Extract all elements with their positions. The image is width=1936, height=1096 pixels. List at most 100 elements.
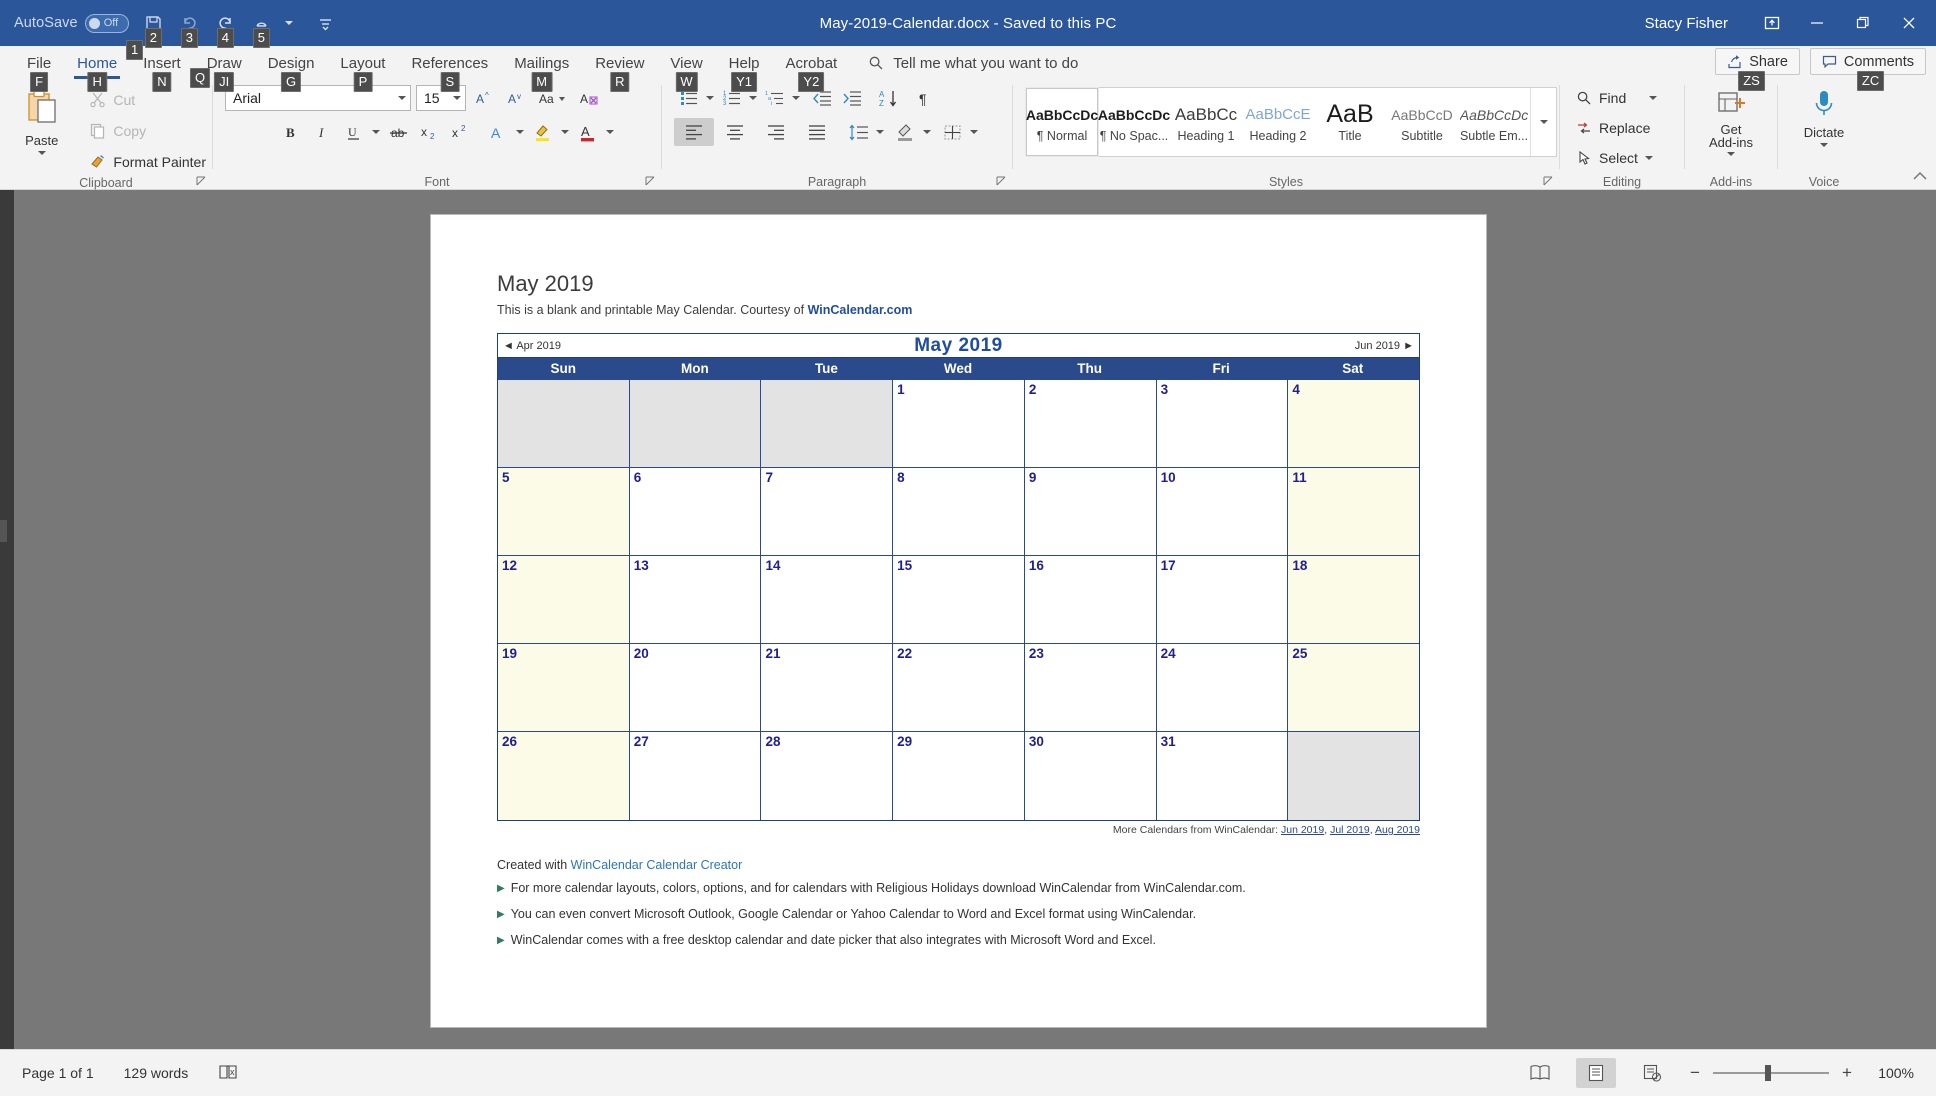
multilevel-list-button[interactable]: 1ai [760,84,789,112]
autosave-toggle[interactable]: AutoSave Off 1 [14,13,144,60]
bullets-dropdown[interactable] [704,96,716,100]
calendar-cell[interactable]: 1 [893,380,1025,468]
created-with-link[interactable]: WinCalendar Calendar Creator [571,858,743,872]
dictate-button[interactable]: Dictate [1795,84,1853,147]
get-addins-chevron-down-icon[interactable] [1727,152,1735,156]
calendar-cell[interactable]: 2 [1024,380,1157,468]
calendar-cell[interactable] [1288,732,1420,820]
proofing-status-icon[interactable]: x [218,1063,240,1084]
calendar-cell[interactable]: 8 [893,468,1025,556]
line-spacing-dropdown[interactable] [874,130,886,134]
align-left-button[interactable] [674,118,714,146]
calendar-cell[interactable]: 27 [629,732,762,820]
calendar-cell[interactable]: 14 [761,556,894,644]
tab-view[interactable]: View W [657,46,715,92]
more-calendars-link-aug[interactable]: Aug 2019 [1375,824,1420,836]
get-addins-button[interactable]: Get Add-ins [1702,84,1760,156]
zoom-in-button[interactable]: + [1840,1063,1854,1083]
ribbon-display-options-button[interactable] [1750,3,1794,43]
replace-button[interactable]: Replace [1570,114,1656,141]
calendar-cell[interactable] [629,380,762,468]
italic-button[interactable]: I [308,118,337,146]
borders-dropdown[interactable] [968,130,980,134]
calendar-cell[interactable] [498,380,630,468]
restore-button[interactable] [1840,0,1886,46]
find-chevron-down-icon[interactable] [1649,95,1658,100]
text-highlight-color-button[interactable] [528,118,557,146]
minimize-button[interactable] [1794,0,1840,46]
calendar-cell[interactable]: 29 [893,732,1025,820]
highlight-dropdown[interactable] [559,130,571,134]
calendar-cell[interactable]: 4 [1288,380,1420,468]
word-count[interactable]: 129 words [124,1065,189,1081]
tab-acrobat[interactable]: Acrobat Y2 [773,46,851,92]
align-right-button[interactable] [756,118,796,146]
tab-home[interactable]: Home H [64,46,130,92]
font-color-dropdown[interactable] [604,130,616,134]
show-formatting-marks-button[interactable]: ¶ [910,84,939,112]
calendar-cell[interactable]: 22 [893,644,1025,732]
style-subtitle[interactable]: AaBbCcD Subtitle [1386,88,1458,156]
zoom-out-button[interactable]: − [1688,1063,1702,1083]
print-layout-button[interactable] [1576,1058,1616,1088]
user-account-name[interactable]: Stacy Fisher [1645,15,1728,32]
shading-button[interactable] [891,118,920,146]
calendar-cell[interactable]: 25 [1288,644,1420,732]
paste-chevron-down-icon[interactable] [37,151,46,155]
save-button[interactable]: 2 [137,6,171,48]
font-dialog-launcher[interactable] [645,176,657,188]
zoom-slider[interactable] [1713,1065,1829,1081]
calendar-cell[interactable]: 26 [498,732,630,820]
strikethrough-button[interactable]: ab [384,118,413,146]
style-heading-2[interactable]: AaBbCcE Heading 2 [1242,88,1314,156]
tell-me-search[interactable]: Tell me what you want to do Q [190,46,1078,88]
calendar-cell[interactable]: 16 [1024,556,1157,644]
borders-button[interactable] [938,118,967,146]
calendar-cell[interactable]: 21 [761,644,894,732]
shrink-font-button[interactable]: Av [501,84,530,112]
customize-quick-access-toolbar[interactable] [309,6,343,40]
style-heading-1[interactable]: AaBbCc Heading 1 [1170,88,1242,156]
shading-dropdown[interactable] [921,130,933,134]
superscript-button[interactable]: x2 [446,118,475,146]
calendar-cell[interactable]: 23 [1024,644,1157,732]
styles-gallery[interactable]: AaBbCcDc ¶ Normal AaBbCcDc ¶ No Spac... … [1025,87,1557,157]
tab-help[interactable]: Help Y1 [716,46,773,92]
touch-mode-dropdown[interactable] [281,6,297,40]
zoom-level-label[interactable]: 100% [1870,1065,1914,1081]
document-page[interactable]: May 2019 This is a blank and printable M… [431,215,1486,1027]
font-name-combobox[interactable]: Arial [225,85,411,111]
style-no-spacing[interactable]: AaBbCcDc ¶ No Spac... [1098,88,1170,156]
calendar-cell[interactable]: 31 [1156,732,1289,820]
styles-gallery-more-button[interactable] [1530,88,1556,156]
text-effects-button[interactable]: A [483,118,512,146]
touch-mode-button[interactable]: 5 [245,6,279,48]
numbering-dropdown[interactable] [747,96,759,100]
read-mode-button[interactable] [1520,1058,1560,1088]
subscript-button[interactable]: x2 [415,118,444,146]
select-button[interactable]: Select [1570,144,1659,171]
increase-indent-button[interactable] [838,84,867,112]
paragraph-dialog-launcher[interactable] [996,176,1008,188]
calendar-cell[interactable]: 11 [1288,468,1420,556]
tab-mailings[interactable]: Mailings M [501,46,582,92]
share-button[interactable]: Share ZS [1715,48,1800,91]
calendar-cell[interactable]: 6 [629,468,762,556]
dictate-chevron-down-icon[interactable] [1820,143,1828,147]
tab-layout[interactable]: Layout P [327,46,398,92]
underline-dropdown[interactable] [370,130,382,134]
calendar-cell[interactable]: 17 [1156,556,1289,644]
calendar-cell[interactable]: 18 [1288,556,1420,644]
find-button[interactable]: Find [1570,84,1663,111]
text-effects-dropdown[interactable] [514,130,526,134]
prev-month-link[interactable]: ◄ Apr 2019 [503,340,561,352]
wincalendar-link[interactable]: WinCalendar.com [808,303,913,317]
web-layout-button[interactable] [1632,1058,1672,1088]
justify-button[interactable] [797,118,837,146]
calendar-cell[interactable]: 3 [1156,380,1289,468]
more-calendars-link-jun[interactable]: Jun 2019 [1281,824,1324,836]
more-calendars-link-jul[interactable]: Jul 2019 [1330,824,1370,836]
calendar-cell[interactable]: 5 [498,468,630,556]
zoom-control[interactable]: − + [1688,1063,1854,1083]
autosave-switch[interactable]: Off [84,13,129,33]
